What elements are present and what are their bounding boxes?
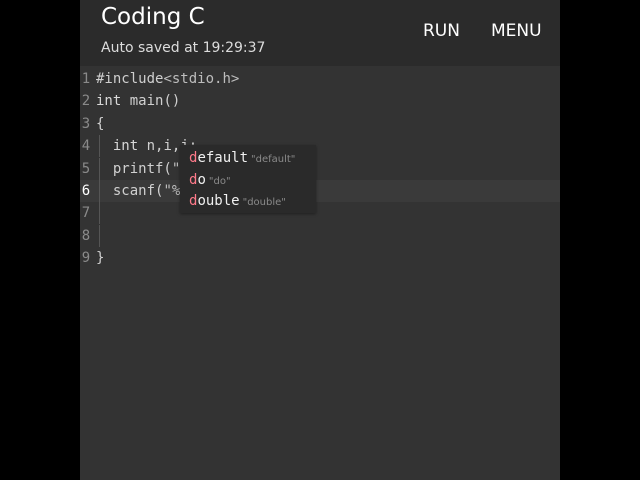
code-line[interactable]: 2 int main() (80, 90, 560, 112)
line-number: 7 (81, 205, 91, 222)
code-line[interactable]: 9} (80, 247, 560, 269)
line-number: 1 (81, 71, 91, 87)
autocomplete-item[interactable]: double "double" (189, 189, 286, 211)
suggestion-word: do (189, 172, 206, 188)
code-token: main() (121, 93, 181, 110)
app-window: Coding C Auto saved at 19:29:37 RUN MENU… (80, 0, 560, 480)
menu-button[interactable]: MENU (491, 21, 542, 41)
code-token: scanf( (96, 183, 164, 199)
autosave-status: Auto saved at 19:29:37 (101, 40, 266, 56)
code-token: <stdio.h> (163, 71, 240, 87)
suggestion-rest: efault (197, 150, 249, 166)
code-token: int (112, 138, 139, 155)
line-number: 2 (81, 93, 91, 110)
suggestion-rest: o (197, 171, 206, 188)
suggestion-word: double (189, 193, 240, 209)
line-number: 9 (81, 250, 91, 267)
code-line[interactable]: 3{ (80, 113, 560, 135)
line-number: 6 (81, 183, 91, 199)
code-text: { (96, 113, 104, 135)
code-line[interactable]: 6 scanf("%d"); (80, 180, 560, 202)
run-button[interactable]: RUN (423, 21, 460, 41)
suggestion-word: default (189, 150, 248, 166)
code-token: #include (96, 71, 164, 87)
indent-guide (99, 202, 100, 225)
line-number: 5 (81, 160, 91, 177)
code-line[interactable]: 4 int n,i,j; (80, 135, 560, 158)
code-line[interactable]: 5 printf(" Enter rows: "); (80, 157, 560, 180)
code-token: int (96, 93, 122, 110)
toolbar: Coding C Auto saved at 19:29:37 RUN MENU (80, 0, 560, 66)
code-line[interactable]: 1 #include<stdio.h> (80, 68, 560, 90)
suggestion-hint: "double" (242, 197, 286, 208)
autocomplete-item[interactable]: do "do" (189, 168, 231, 190)
code-editor[interactable]: 1 #include<stdio.h> 2 int main() 3{4 int n,i… (80, 68, 560, 480)
code-token: } (96, 250, 105, 267)
line-number: 4 (81, 138, 91, 155)
code-line[interactable]: 7 (80, 202, 560, 225)
autocomplete-item[interactable]: default "default" (189, 146, 295, 168)
code-text: int main() (96, 90, 180, 112)
line-number: 8 (81, 227, 91, 244)
autocomplete-popup: default "default" do "do" double "double" (180, 145, 316, 213)
code-text: } (96, 247, 104, 269)
app-title: Coding C (101, 4, 205, 30)
suggestion-rest: ouble (197, 193, 240, 209)
suggestion-hint: "do" (208, 175, 231, 187)
indent-guide (99, 224, 100, 247)
code-token: printf( (96, 160, 172, 177)
code-line[interactable]: 8 (80, 224, 560, 247)
line-number: 3 (81, 115, 91, 132)
code-token: { (96, 115, 105, 132)
code-text: #include<stdio.h> (96, 68, 239, 90)
suggestion-hint: "default" (251, 154, 296, 165)
